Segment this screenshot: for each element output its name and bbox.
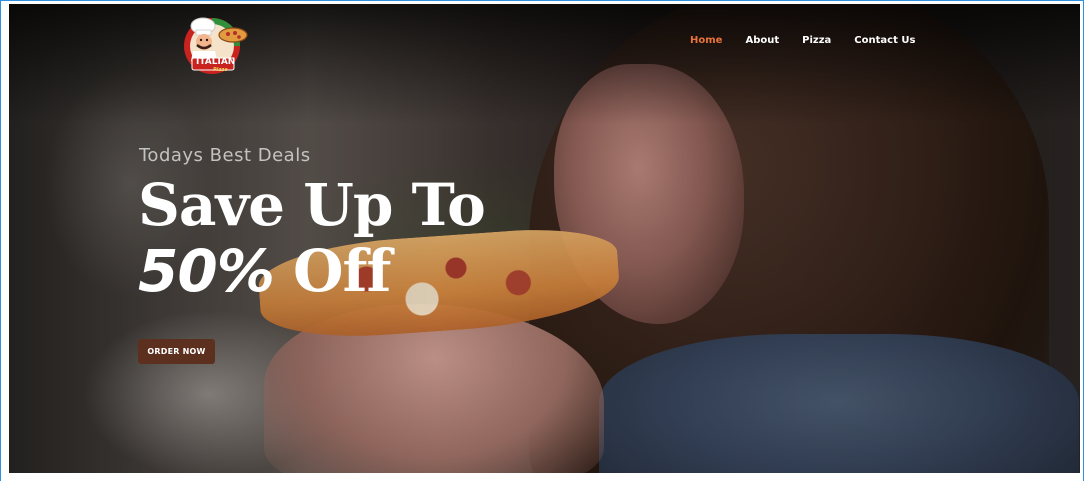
logo-text: ITALIAN: [196, 57, 236, 67]
headline-off: Off: [273, 237, 391, 305]
main-nav: Home About Pizza Contact Us: [690, 35, 915, 46]
hero-kicker: Todays Best Deals: [139, 145, 311, 166]
nav-link-home[interactable]: Home: [690, 35, 722, 46]
headline-percent: 50%: [138, 237, 275, 305]
nav-link-contact-us[interactable]: Contact Us: [854, 35, 915, 46]
hero-headline: Save Up To 50% Off: [138, 171, 486, 304]
headline-line-1: Save Up To: [138, 171, 486, 239]
logo-subtext: Pizza: [213, 67, 228, 73]
order-now-button[interactable]: ORDER NOW: [138, 339, 215, 364]
header-gradient: [9, 4, 1080, 124]
site-logo[interactable]: ITALIAN Pizza: [183, 13, 253, 77]
nav-link-about[interactable]: About: [745, 35, 779, 46]
nav-link-pizza[interactable]: Pizza: [802, 35, 831, 46]
headline-line-2: 50% Off: [138, 238, 485, 304]
